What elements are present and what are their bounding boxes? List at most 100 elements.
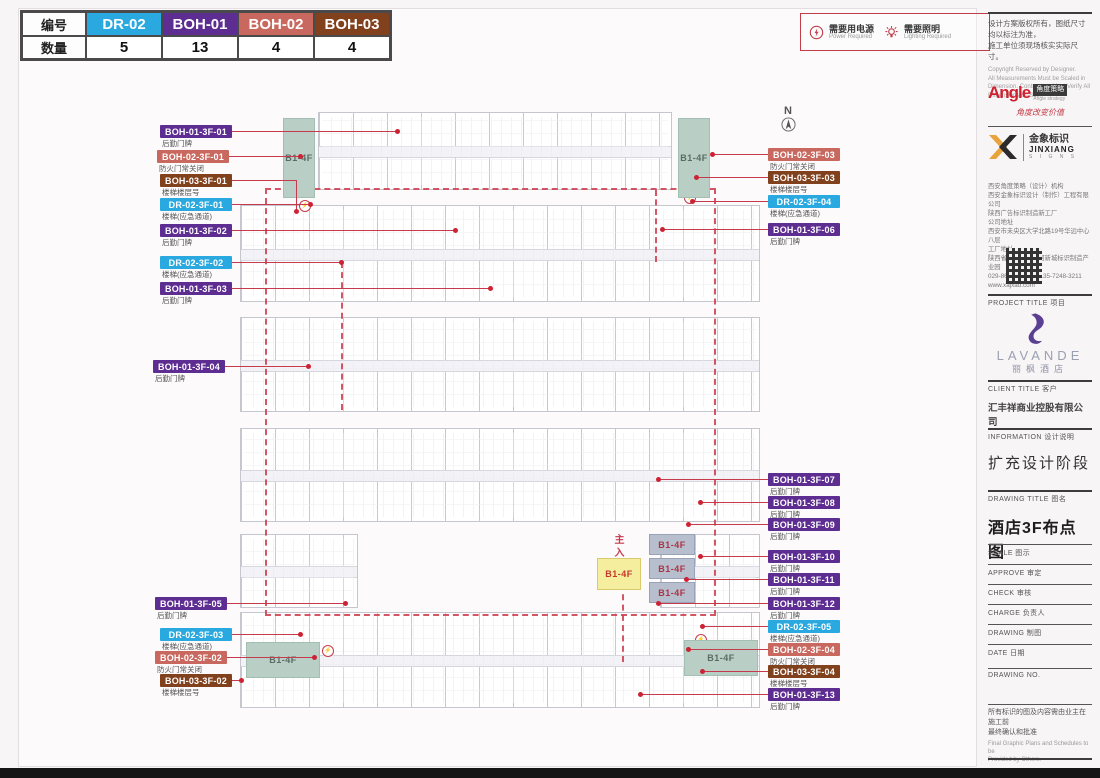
callout-dot	[312, 655, 317, 660]
callout-dot	[298, 632, 303, 637]
power-label-zh: 需要用电源	[829, 24, 874, 34]
callout-dot	[453, 228, 458, 233]
callout-leader-line	[640, 694, 768, 695]
callout-leader-line	[227, 603, 345, 604]
legend-code-cell: DR-02	[86, 12, 162, 36]
project-title-label: PROJECT TITLE 项目	[988, 298, 1092, 308]
legend-qty-cell: 4	[238, 36, 314, 59]
legend-table-row: 编号DR-02BOH-01BOH-02BOH-03	[22, 12, 390, 36]
callout-leader-line	[688, 524, 768, 525]
callout-desc-label: 楼梯(应急通道)	[770, 210, 820, 218]
qr-code	[1006, 248, 1042, 284]
legend-table-row: 数量51344	[22, 36, 390, 59]
callout-code-label: BOH-03-3F-02	[160, 674, 232, 687]
callout-desc-label: 楼梯楼层号	[770, 186, 808, 194]
drawing-title-label: DRAWING TITLE 图名	[988, 494, 1092, 504]
client-name: 汇丰祥商业控股有限公司	[988, 400, 1092, 428]
callout-dot	[684, 577, 689, 582]
angle-slogan: 角度改变价值	[988, 107, 1092, 118]
callout-code-label: BOH-01-3F-13	[768, 688, 840, 701]
callout-code-label: BOH-01-3F-03	[160, 282, 232, 295]
callout-code-label: BOH-01-3F-11	[768, 573, 840, 586]
callout-desc-label: 楼梯(应急通道)	[162, 271, 212, 279]
entrance-dashed-path	[622, 584, 624, 662]
requirements-legend: 需要用电源 Power Required 需要照明 Lighting Requi…	[800, 13, 990, 51]
bottom-edge-bar	[0, 768, 1100, 778]
callout-leader-line	[658, 479, 768, 480]
field-label: DRAWING 制图	[988, 628, 1092, 638]
callout-code-label: BOH-02-3F-01	[157, 150, 229, 163]
field-label: CHECK 审核	[988, 588, 1092, 598]
callout-leader-line	[702, 671, 768, 672]
callout-desc-label: 后勤门牌	[157, 612, 187, 620]
callout-code-label: BOH-01-3F-07	[768, 473, 840, 486]
callout-code-label: BOH-03-3F-04	[768, 665, 840, 678]
callout-desc-label: 后勤门牌	[770, 703, 800, 711]
callout-desc-label: 后勤门牌	[162, 140, 192, 148]
power-required-item: 需要用电源 Power Required	[809, 24, 874, 41]
callout-dot	[698, 500, 703, 505]
approval-line-en: Final Graphic Plans and Schedules to be	[988, 740, 1092, 756]
field-label: APPROVE 审定	[988, 568, 1092, 578]
lighting-required-item: 需要照明 Lighting Required	[884, 24, 951, 41]
callout-code-label: BOH-01-3F-10	[768, 550, 840, 563]
approval-line: 所有标识的图及内容需由业主在施工前	[988, 708, 1092, 728]
core-area-label: B1-4F	[649, 558, 695, 579]
callout-desc-label: 后勤门牌	[770, 588, 800, 596]
copyright-line-en: Copyright Reserved by Designer.	[988, 66, 1092, 75]
callout-desc-label: 后勤门牌	[770, 238, 800, 246]
callout-dot	[294, 209, 299, 214]
field-label: DRAWING NO.	[988, 672, 1092, 679]
divider	[988, 704, 1092, 705]
callout-dot	[700, 624, 705, 629]
callout-dot	[488, 286, 493, 291]
callout-desc-label: 楼梯(应急通道)	[162, 213, 212, 221]
callout-leader-line	[702, 626, 768, 627]
callout-dot	[686, 647, 691, 652]
callout-code-label: BOH-01-3F-09	[768, 518, 840, 531]
field-divider	[988, 644, 1092, 645]
copyright-line-en: All Measurements Must be Scaled in	[988, 75, 1092, 84]
callout-dot	[339, 260, 344, 265]
jinxiang-x-icon	[988, 133, 1018, 161]
callout-code-label: DR-02-3F-01	[160, 198, 232, 211]
field-label: DATE 日期	[988, 648, 1092, 658]
callout-leader-line	[227, 657, 314, 658]
route-dashed-segment	[655, 190, 657, 262]
callout-dot	[690, 199, 695, 204]
callout-code-label: BOH-03-3F-01	[160, 174, 232, 187]
angle-logo-tag: 角度策略	[1033, 84, 1067, 96]
callout-desc-label: 楼梯(应急通道)	[162, 643, 212, 651]
callout-code-label: BOH-02-3F-02	[155, 651, 227, 664]
callout-leader-line	[232, 288, 490, 289]
callout-leader-line	[686, 579, 768, 580]
callout-leader-line	[232, 180, 296, 181]
callout-desc-label: 后勤门牌	[770, 565, 800, 573]
callout-leader-line	[700, 502, 768, 503]
callout-desc-label: 防火门常关闭	[159, 165, 204, 173]
legend-code-cell: BOH-03	[314, 12, 390, 36]
legend-code-cell: BOH-01	[162, 12, 238, 36]
divider	[988, 380, 1092, 382]
callout-dot	[694, 175, 699, 180]
company-line: 西安角度策略（设计）机构	[988, 182, 1092, 191]
lighting-label-en: Lighting Required	[904, 34, 951, 41]
core-area-label: B1-4F	[649, 582, 695, 603]
callout-dot	[298, 154, 303, 159]
callout-leader-line	[688, 649, 768, 650]
callout-desc-label: 后勤门牌	[770, 533, 800, 541]
callout-leader-line	[662, 229, 768, 230]
callout-code-label: BOH-01-3F-08	[768, 496, 840, 509]
lavande-wordmark: LAVANDE	[988, 348, 1092, 363]
field-label: SCALE 图示	[988, 548, 1092, 558]
divider	[988, 12, 1092, 14]
callout-desc-label: 楼梯楼层号	[162, 189, 200, 197]
callout-dot	[306, 364, 311, 369]
angle-logo-word: Angle	[988, 84, 1030, 101]
north-arrow-icon	[781, 117, 796, 132]
divider	[988, 294, 1092, 296]
copyright-line: 设计方案版权所有，图纸尺寸均以标注为准，	[988, 18, 1092, 40]
callout-dot	[343, 601, 348, 606]
divider	[988, 758, 1092, 760]
route-dashed-segment	[341, 262, 343, 410]
